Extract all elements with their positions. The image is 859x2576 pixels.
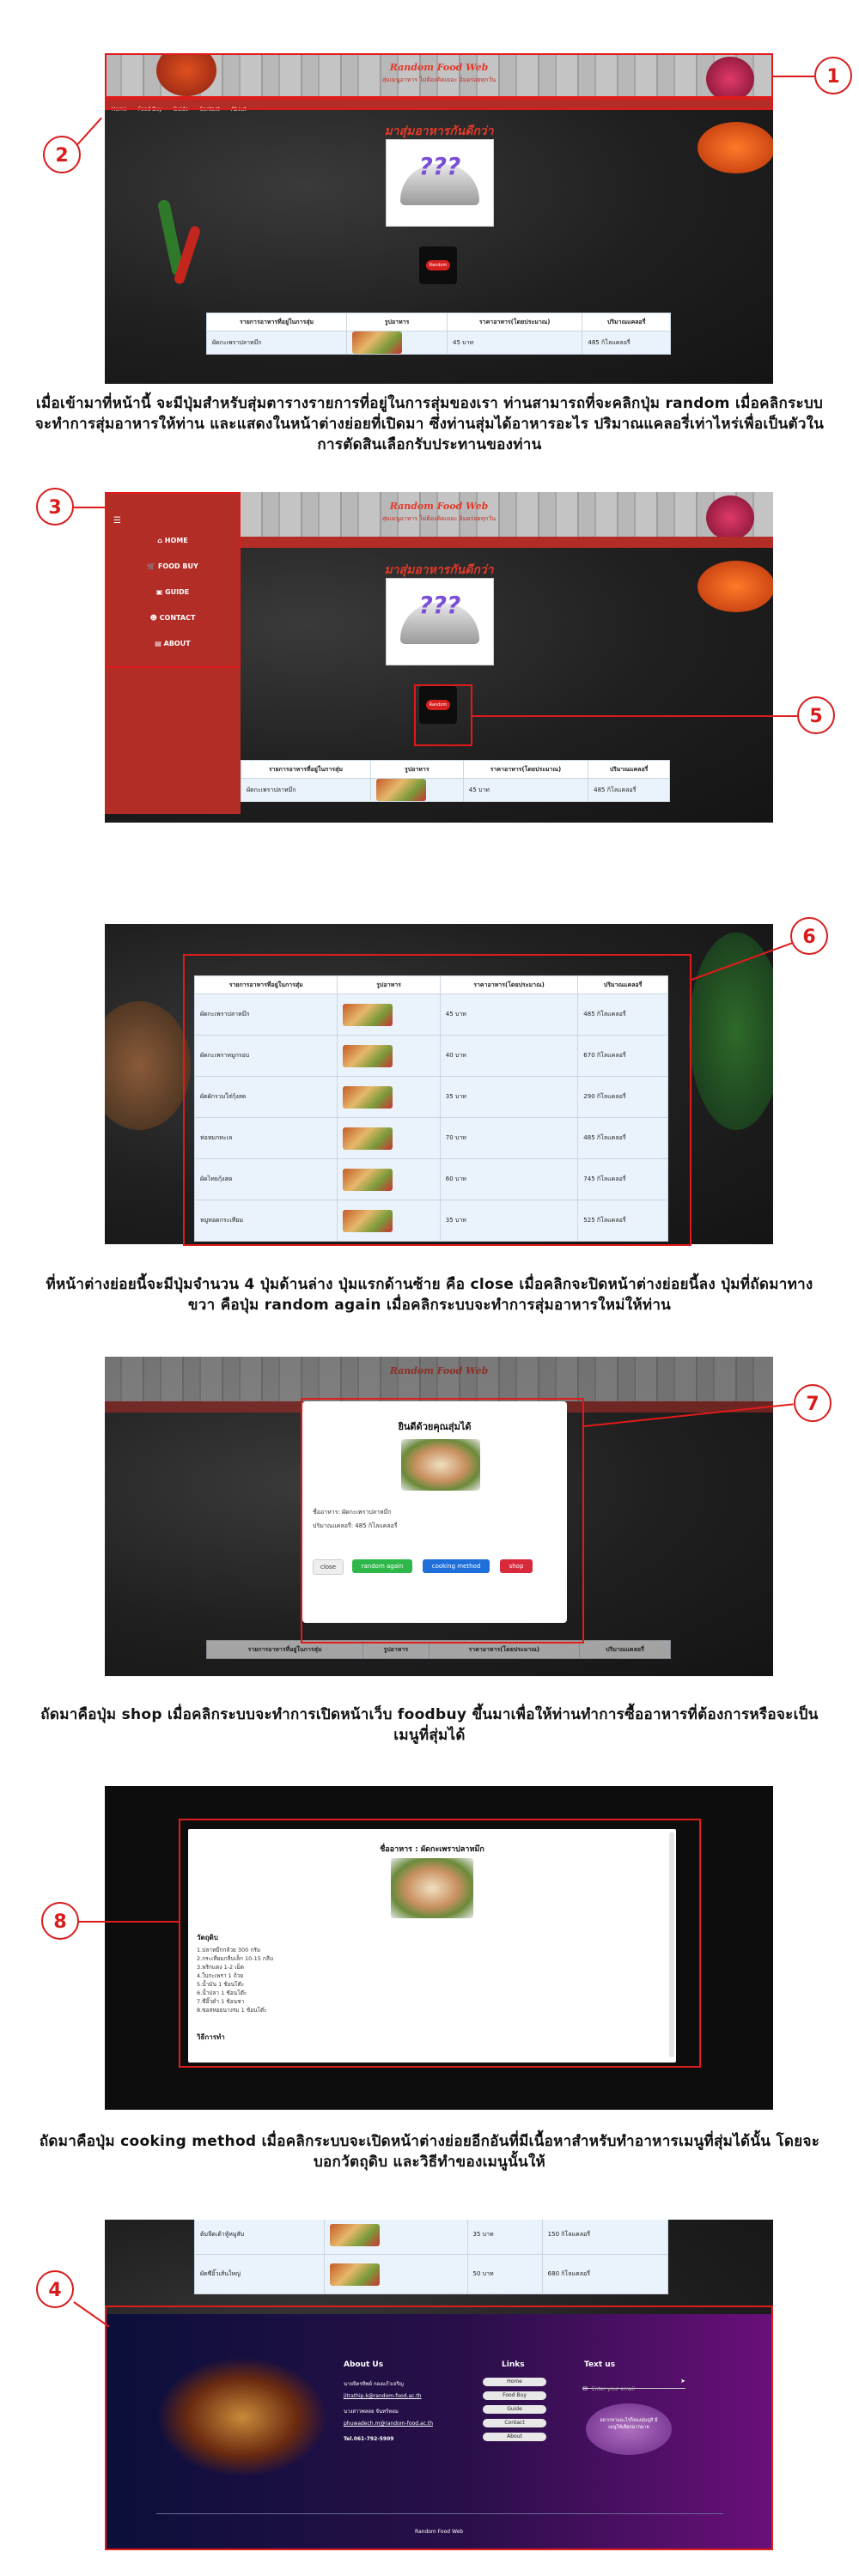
cell-image	[346, 331, 448, 355]
food-table: รายการอาหารที่อยู่ในการสุ่ม รูปอาหาร ราค…	[205, 313, 671, 355]
highlight-recipe	[179, 1819, 701, 2068]
table-row: ผัดกะเพราปลาหมึก 45 บาท 485 กิโลแคลอรี่	[241, 778, 670, 802]
random-button[interactable]: Random	[426, 260, 450, 270]
cell-price: 50 บาท	[466, 2254, 543, 2294]
table-header-row: รายการอาหารที่อยู่ในการสุ่ม รูปอาหาร ราค…	[205, 313, 671, 331]
highlight-header	[105, 53, 773, 98]
food-photo	[375, 779, 426, 801]
mystery-cloche: ???	[386, 139, 494, 227]
col-calorie: ปริมาณแคลอรี่	[579, 1640, 671, 1659]
caption-1: เมื่อเข้ามาที่หน้านี้ จะมีปุ่มสำหรับสุ่ม…	[34, 395, 825, 453]
marker-7: 7	[794, 1384, 832, 1422]
caption-2: ที่หน้าต่างย่อยนี้จะมีปุ่มจำนวน 4 ปุ่มด้…	[46, 1276, 813, 1314]
highlight-nav	[105, 98, 773, 110]
col-menu: รายการอาหารที่อยู่ในการสุ่ม	[205, 313, 348, 331]
cell-menu: ผัดซีอิ๊วเส้นใหญ่	[194, 2254, 325, 2294]
col-calorie: ปริมาณแคลอรี่	[582, 313, 671, 331]
cell-price: 45 บาท	[447, 331, 583, 355]
cell-price: 35 บาท	[466, 2220, 543, 2255]
pointer-line-5	[472, 715, 797, 717]
cell-calorie: 680 กิโลแคลอรี่	[541, 2254, 669, 2294]
marker-4: 4	[36, 2270, 74, 2308]
col-image: รูปอาหาร	[369, 760, 464, 779]
col-price: ราคาอาหาร(โดยประมาณ)	[462, 760, 589, 779]
highlight-table	[183, 954, 691, 1246]
marker-8: 8	[41, 1902, 79, 1940]
highlight-random-button	[414, 684, 472, 746]
site-header: Random Food Web	[105, 1357, 773, 1401]
highlight-footer	[105, 2306, 773, 2550]
pointer-line-3	[74, 507, 105, 508]
cell-menu: ผัดกะเพราปลาหมึก	[241, 778, 371, 802]
col-calorie: ปริมาณแคลอรี่	[588, 760, 670, 779]
cell-image	[323, 2220, 468, 2255]
food-table: รายการอาหารที่อยู่ในการสุ่ม รูปอาหาร ราค…	[241, 760, 670, 802]
cell-price: 45 บาท	[462, 778, 589, 802]
marker-1: 1	[814, 57, 852, 94]
tomato-decoration	[698, 561, 773, 612]
highlight-sidebar	[105, 492, 241, 668]
marker-5: 5	[797, 696, 835, 734]
cell-menu: ต้มจืดเต้าหู้หมูสับ	[194, 2220, 325, 2255]
site-title: Random Food Web	[389, 1365, 489, 1376]
cell-image	[323, 2254, 468, 2294]
marker-3: 3	[36, 488, 74, 526]
caption-4: ถัดมาคือปุ่ม cooking method เมื่อคลิกระบ…	[39, 2133, 820, 2171]
cell-calorie: 485 กิโลแคลอรี่	[582, 331, 671, 355]
food-table-bottom: ต้มจืดเต้าหู้หมูสับ 35 บาท 150 กิโลแคลอร…	[194, 2220, 669, 2294]
pick-heading: มาสุ่มอาหารกันดีกว่า	[384, 125, 494, 138]
cell-menu: ผัดกะเพราปลาหมึก	[205, 331, 348, 355]
col-price: ราคาอาหาร(โดยประมาณ)	[447, 313, 583, 331]
cloche-question: ???	[418, 152, 461, 180]
cloche-question: ???	[418, 591, 461, 619]
herb-decoration	[689, 933, 773, 1130]
marker-6: 6	[790, 917, 828, 955]
col-menu: รายการอาหารที่อยู่ในการสุ่ม	[241, 760, 371, 779]
food-photo	[329, 2223, 380, 2246]
table-header-row: รายการอาหารที่อยู่ในการสุ่ม รูปอาหาร ราค…	[241, 760, 670, 779]
caption-3: ถัดมาคือปุ่ม shop เมื่อคลิกระบบจะทำการเป…	[40, 1706, 819, 1744]
food-photo	[352, 331, 403, 354]
table-row: ผัดซีอิ๊วเส้นใหญ่ 50 บาท 680 กิโลแคลอรี่	[194, 2254, 669, 2294]
pointer-line-1	[773, 76, 814, 77]
marker-2: 2	[43, 136, 81, 173]
mystery-cloche: ???	[386, 578, 494, 665]
cell-calorie: 485 กิโลแคลอรี่	[588, 778, 670, 802]
pick-heading: มาสุ่มอาหารกันดีกว่า	[384, 563, 494, 577]
random-button-frame: Random	[419, 246, 457, 284]
col-image: รูปอาหาร	[346, 313, 448, 331]
highlight-modal	[301, 1398, 584, 1643]
cell-image	[369, 778, 464, 802]
squid-plate-decoration	[105, 1001, 191, 1130]
cell-calorie: 150 กิโลแคลอรี่	[541, 2220, 669, 2255]
table-row: ผัดกะเพราปลาหมึก 45 บาท 485 กิโลแคลอรี่	[205, 331, 671, 355]
tomato-decoration	[698, 122, 773, 173]
table-row: ต้มจืดเต้าหู้หมูสับ 35 บาท 150 กิโลแคลอร…	[194, 2220, 669, 2255]
pointer-line-8	[77, 1921, 179, 1923]
food-photo	[329, 2263, 380, 2286]
